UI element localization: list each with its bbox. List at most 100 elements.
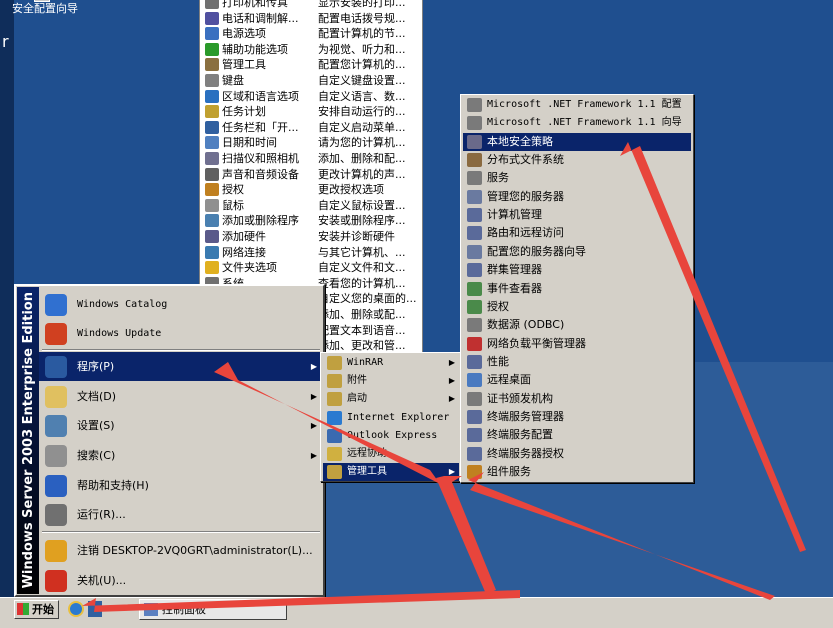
control-panel-item[interactable]: 键盘 自定义键盘设置... [200,73,422,89]
control-panel-item[interactable]: 鼠标 自定义鼠标设置... [200,198,422,214]
menu-item-label: 网络负载平衡管理器 [487,336,586,350]
control-panel-item[interactable]: 区域和语言选项 自定义语言、数... [200,89,422,105]
admin-tools-menu-item[interactable]: 终端服务配置 [463,426,691,444]
programs-menu-item[interactable]: 附件 ▶ [323,372,459,390]
menu-item-label: 附件 [347,375,367,387]
speaker-icon [205,167,219,181]
control-panel-item[interactable]: 日期和时间 请为您的计算机... [200,135,422,151]
admin-tools-menu-item[interactable]: 路由和远程访问 [463,224,691,242]
start-menu-item-label: 运行(R)... [77,508,126,521]
control-panel-item[interactable]: 打印机和传真 显示安装的打印... [200,0,422,11]
control-panel-item[interactable]: 电话和调制解... 配置电话拨号规... [200,11,422,27]
start-menu-item[interactable]: Windows Update [39,319,323,348]
performance-icon [467,354,482,369]
admin-tools-menu-item[interactable]: 分布式文件系统 [463,151,691,169]
programs-menu-item[interactable]: Internet Explorer [323,409,459,427]
menu-separator [42,531,320,533]
admin-tools-menu-item[interactable]: 性能 [463,353,691,371]
programs-menu-item[interactable]: 启动 ▶ [323,390,459,408]
run-icon [45,504,67,526]
clock-icon [205,136,219,150]
admin-tools-menu-item[interactable]: 服务 [463,169,691,187]
mouse-icon [205,198,219,212]
control-panel-item[interactable]: 辅助功能选项 为视觉、听力和... [200,42,422,58]
menu-item-label: 远程协助 [347,448,387,459]
admin-tools-menu-item[interactable]: Microsoft .NET Framework 1.1 向导 [463,114,691,132]
menu-item-label: 分布式文件系统 [487,153,564,167]
admin-tools-menu-item[interactable]: 授权 [463,298,691,316]
taskbar-button-control-panel[interactable]: 控制面板 [139,599,287,620]
submenu-arrow-icon: ▶ [448,394,455,404]
item-name: 扫描仪和照相机 [222,152,299,165]
programs-menu-item[interactable]: 管理工具 ▶ [323,463,459,482]
control-panel-item[interactable]: 电源选项 配置计算机的节... [200,26,422,42]
internet-explorer-quicklaunch-icon[interactable] [68,601,84,617]
start-menu-item[interactable]: 设置(S) ▶ [39,411,323,440]
taskbar-icon [205,120,219,134]
admin-tools-menu-item[interactable]: 计算机管理 [463,206,691,224]
programs-menu-item[interactable]: WinRAR ▶ [323,354,459,372]
start-menu-item[interactable]: 文档(D) ▶ [39,382,323,411]
control-panel-item[interactable]: 扫描仪和照相机 添加、删除和配... [200,151,422,167]
start-menu-item[interactable]: 关机(U)... [39,566,323,595]
control-panel-item[interactable]: 添加或删除程序 安装或删除程序... [200,213,422,229]
start-button[interactable]: 开始 [14,600,59,619]
item-name: 授权 [222,183,244,197]
start-menu-item-label: 帮助和支持(H) [77,479,149,492]
menu-item-label: 远程桌面 [487,373,531,387]
item-description: 自定义键盘设置... [318,74,406,87]
admin-tools-menu-item[interactable]: 事件查看器 [463,280,691,298]
control-panel-item[interactable]: 管理工具 配置您计算机的... [200,57,422,73]
control-panel-item[interactable]: 网络连接 与其它计算机、... [200,245,422,261]
admin-tools-menu-item[interactable]: 配置您的服务器向导 [463,243,691,261]
control-panel-item[interactable]: 文件夹选项 自定义文件和文... [200,260,422,276]
admin-tools-menu-item[interactable]: 管理您的服务器 [463,188,691,206]
configure-server-icon [467,244,482,259]
ts-config-icon [467,428,482,443]
routing-icon [467,226,482,241]
left-edge-strip: r [0,0,14,600]
admin-tools-menu-item[interactable]: 数据源 (ODBC) [463,316,691,334]
item-name: 添加硬件 [222,230,266,243]
admin-tools-menu-item[interactable]: 网络负载平衡管理器 [463,335,691,353]
desktop-icon-security-wizard[interactable]: 安全配置向导 [12,0,78,16]
start-menu-item[interactable]: 注销 DESKTOP-2VQ0GRT\administrator(L)... [39,536,323,565]
logoff-icon [45,540,67,562]
admin-tools-menu-item[interactable]: 远程桌面 [463,371,691,389]
admin-tools-menu-item[interactable]: Microsoft .NET Framework 1.1 配置 [463,96,691,114]
start-menu-item[interactable]: 运行(R)... [39,500,323,529]
item-name: 管理工具 [222,58,266,72]
control-panel-item[interactable]: 授权 更改授权选项 [200,182,422,198]
menu-item-label: 组件服务 [487,465,531,478]
component-services-icon [467,465,482,479]
admin-tools-menu-item[interactable]: 本地安全策略 [463,132,691,151]
programs-menu-item[interactable]: Outlook Express [323,427,459,445]
admin-tools-menu-item[interactable]: 群集管理器 [463,261,691,279]
programs-menu-item[interactable]: 远程协助 [323,445,459,463]
manage-server-icon [467,189,482,204]
control-panel-item[interactable]: 任务计划 安排自动运行的... [200,104,422,120]
control-panel-item[interactable]: 添加硬件 安装并诊断硬件 [200,229,422,245]
admin-tools-menu-item[interactable]: 组件服务 [463,463,691,481]
item-description: 更改计算机的声... [318,167,406,181]
start-menu-item-label: Windows Catalog [77,299,168,310]
control-panel-item[interactable]: 声音和音频设备 更改计算机的声... [200,167,422,183]
admin-tools-menu-item[interactable]: 终端服务管理器 [463,408,691,426]
start-menu-banner: Windows Server 2003 Enterprise Edition [17,287,39,594]
start-menu-item[interactable]: 搜索(C) ▶ [39,441,323,470]
add-remove-icon [205,214,219,228]
menu-item-label: 终端服务配置 [487,428,553,442]
event-viewer-icon [467,281,482,296]
start-menu-item-label: 设置(S) [77,419,115,432]
menu-item-label: 服务 [487,171,509,185]
item-description: 查看您的计算机... [318,276,406,290]
item-name: 添加或删除程序 [222,214,299,228]
quicklaunch-icon[interactable] [88,601,102,617]
start-menu-item[interactable]: Windows Catalog [39,290,323,319]
edge-text: r [2,32,9,51]
start-menu-item[interactable]: 程序(P) ▶ [39,352,323,381]
admin-tools-menu-item[interactable]: 证书颁发机构 [463,390,691,408]
admin-tools-menu-item[interactable]: 终端服务器授权 [463,445,691,463]
control-panel-item[interactable]: 任务栏和「开... 自定义启动菜单... [200,120,422,136]
start-menu-item[interactable]: 帮助和支持(H) [39,471,323,500]
